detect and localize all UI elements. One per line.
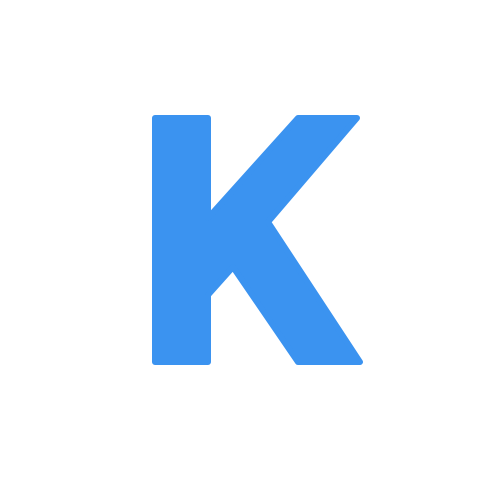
letter-k-logo-icon — [152, 115, 363, 365]
logo-canvas — [0, 0, 500, 500]
k-glyph-shape — [152, 115, 363, 365]
